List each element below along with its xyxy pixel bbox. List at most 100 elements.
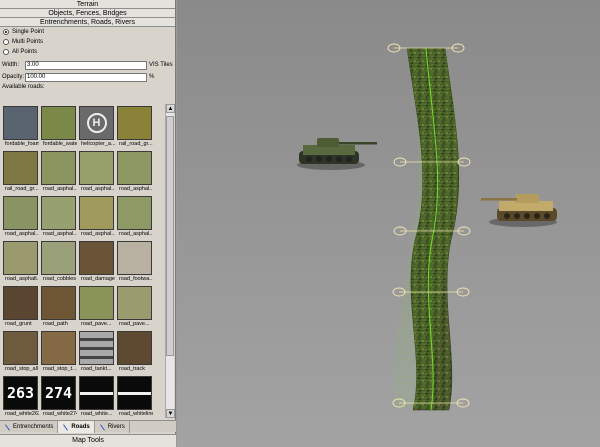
- section-objects[interactable]: Objects, Fences, Bridges: [0, 9, 175, 18]
- texture-swatch: [3, 241, 38, 275]
- texture-name: road_whiteline: [119, 411, 153, 417]
- texture-name: helicopter_a...: [81, 141, 115, 147]
- road-texture-tile[interactable]: road_asphal...: [41, 196, 77, 239]
- texture-swatch: [79, 286, 114, 320]
- texture-name: road_cobbles: [43, 276, 77, 282]
- texture-name: road_path: [43, 321, 68, 327]
- tab-rivers[interactable]: Rivers: [95, 421, 130, 433]
- road-texture-tile[interactable]: road_asphal...: [79, 196, 115, 239]
- texture-swatch: H: [79, 106, 114, 140]
- mode-single-point[interactable]: Single Point: [0, 27, 175, 37]
- texture-swatch: [41, 241, 76, 275]
- road-texture-tile[interactable]: road_asphal...: [79, 151, 115, 194]
- road-texture-tile[interactable]: road_path: [41, 286, 77, 329]
- width-label: Width:: [2, 62, 20, 68]
- road-texture-tile[interactable]: road_stop_all: [3, 331, 39, 374]
- road-texture-tile[interactable]: rail_road_gr...: [117, 106, 153, 149]
- texture-name: rail_road_gr...: [119, 141, 153, 147]
- road-texture-tile[interactable]: rail_road_gr...: [3, 151, 39, 194]
- texture-swatch: [79, 196, 114, 230]
- tank-right[interactable]: [481, 194, 557, 227]
- texture-name: road_asphal...: [43, 186, 77, 192]
- road-icon: [62, 424, 69, 431]
- road-texture-tile[interactable]: road_asphal...: [117, 196, 153, 239]
- road-texture-tile[interactable]: fordable_water: [41, 106, 77, 149]
- road-texture-tile[interactable]: road_asphalt...: [3, 241, 39, 284]
- section-entrenchments[interactable]: Entrenchments, Roads, Rivers: [0, 18, 175, 27]
- opacity-unit: %: [149, 74, 155, 80]
- road-texture-tile[interactable]: road_asphal...: [117, 151, 153, 194]
- tab-entrenchments[interactable]: Entrenchments: [0, 421, 59, 433]
- texture-name: road_asphalt...: [5, 276, 39, 282]
- road-texture-tile[interactable]: road_tankt...: [79, 331, 115, 374]
- mode-all-points[interactable]: All Points: [0, 47, 175, 57]
- mode-multi-points[interactable]: Multi Points: [0, 37, 175, 47]
- texture-swatch: 263: [3, 376, 38, 410]
- radio-icon[interactable]: [3, 29, 9, 35]
- texture-swatch: [41, 331, 76, 365]
- texture-swatch: [41, 151, 76, 185]
- tab-roads[interactable]: Roads: [58, 421, 95, 433]
- texture-swatch: [3, 331, 38, 365]
- scroll-down-icon[interactable]: ▼: [166, 409, 175, 418]
- texture-name: road_footwa...: [119, 276, 153, 282]
- road-texture-tile[interactable]: road_whiteline: [117, 376, 153, 418]
- texture-name: road_white263: [5, 411, 39, 417]
- map-tools-footer[interactable]: Map Tools: [0, 434, 176, 447]
- road-texture-tile[interactable]: road_track: [117, 331, 153, 374]
- texture-name: road_stop_t...: [43, 366, 77, 372]
- road-texture-tile[interactable]: road_white...: [79, 376, 115, 418]
- road-texture-tile[interactable]: road_grunt: [3, 286, 39, 329]
- scroll-up-icon[interactable]: ▲: [166, 104, 175, 113]
- road-texture-tile[interactable]: road_damage: [79, 241, 115, 284]
- texture-swatch: [79, 151, 114, 185]
- texture-name: road_asphal...: [81, 231, 115, 237]
- road-texture-tile[interactable]: road_asphal...: [41, 151, 77, 194]
- entrenchment-icon: [4, 424, 11, 431]
- opacity-label: Opacity:: [2, 74, 25, 80]
- map-viewport[interactable]: [177, 0, 600, 447]
- texture-swatch: [3, 151, 38, 185]
- road-texture-grid: fordable_foam fordable_water Hhelicopter_a…: [1, 104, 164, 418]
- texture-name: fordable_water: [43, 141, 77, 147]
- road-texture-tile[interactable]: road_pave...: [117, 286, 153, 329]
- road-texture-tile[interactable]: Hhelicopter_a...: [79, 106, 115, 149]
- texture-name: road_stop_all: [5, 366, 39, 372]
- texture-swatch: [3, 196, 38, 230]
- map-scene[interactable]: [177, 0, 600, 447]
- width-input[interactable]: 3.00: [25, 60, 147, 70]
- scroll-thumb[interactable]: [166, 116, 174, 356]
- texture-name: road_asphal...: [119, 186, 153, 192]
- opacity-input[interactable]: 100.00: [25, 72, 147, 82]
- tank-left[interactable]: [297, 138, 377, 170]
- opacity-row: Opacity: 100.00 %: [0, 71, 175, 83]
- grid-scrollbar[interactable]: ▲ ▼: [165, 104, 175, 418]
- texture-swatch: [79, 241, 114, 275]
- road-texture-tile[interactable]: road_asphal...: [3, 196, 39, 239]
- texture-swatch: [41, 106, 76, 140]
- texture-name: road_damage: [81, 276, 115, 282]
- helipad-icon: H: [86, 113, 107, 133]
- road-texture-tile[interactable]: road_stop_t...: [41, 331, 77, 374]
- texture-swatch: [41, 286, 76, 320]
- texture-name: road_asphal...: [81, 186, 115, 192]
- road-texture-tile[interactable]: fordable_foam: [3, 106, 39, 149]
- texture-swatch: [117, 151, 152, 185]
- radio-icon[interactable]: [3, 49, 9, 55]
- road-texture-tile[interactable]: 263 road_white263: [3, 376, 39, 418]
- radio-icon[interactable]: [3, 39, 9, 45]
- width-row: Width: 3.00 VIS Tiles: [0, 59, 175, 71]
- texture-name: road_white274: [43, 411, 77, 417]
- texture-swatch: 274: [41, 376, 76, 410]
- tools-panel: Terrain Objects, Fences, Bridges Entrenc…: [0, 0, 176, 447]
- texture-swatch: [79, 376, 114, 410]
- texture-name: road_pave...: [119, 321, 150, 327]
- section-terrain[interactable]: Terrain: [0, 0, 175, 9]
- road-texture-tile[interactable]: road_footwa...: [117, 241, 153, 284]
- road-strip[interactable]: [406, 47, 460, 411]
- road-texture-tile[interactable]: 274 road_white274: [41, 376, 77, 418]
- available-roads-label: Available roads:: [2, 84, 45, 90]
- road-texture-tile[interactable]: road_cobbles: [41, 241, 77, 284]
- texture-name: road_grunt: [5, 321, 32, 327]
- road-texture-tile[interactable]: road_pave...: [79, 286, 115, 329]
